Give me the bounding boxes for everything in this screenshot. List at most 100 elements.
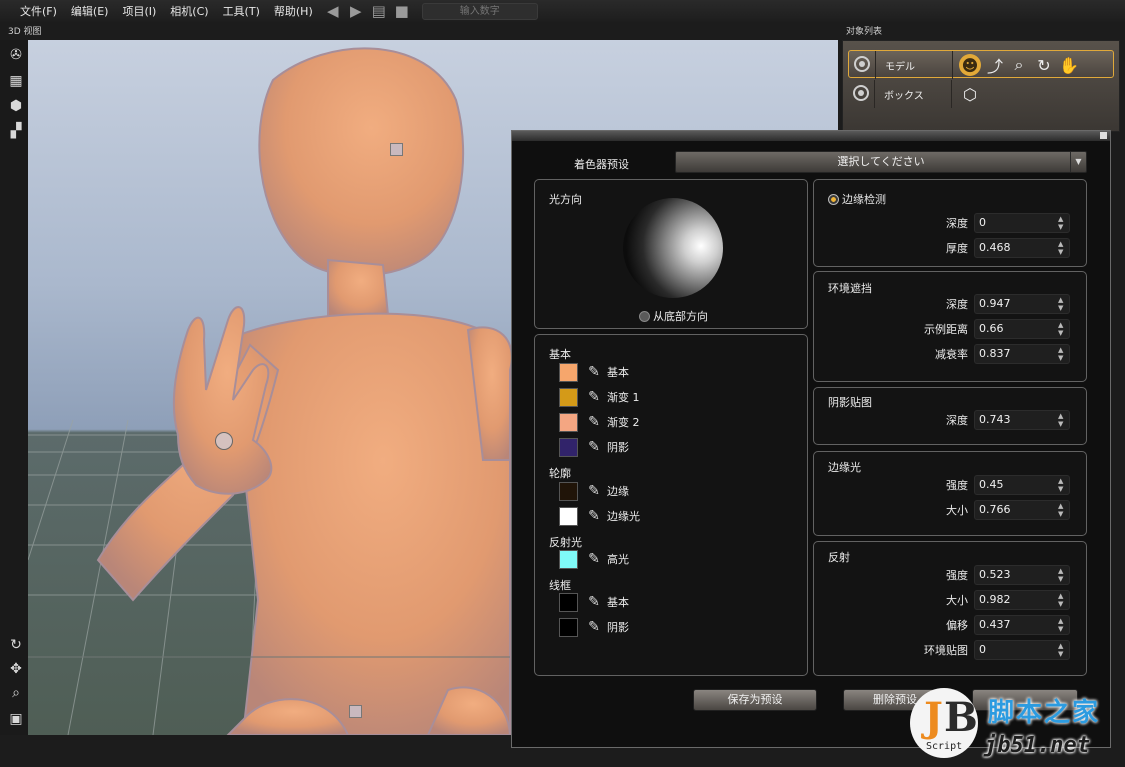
spinner-icon[interactable]: ▲ ▼ <box>1058 617 1066 633</box>
redo-arrow-icon[interactable]: ▶ <box>346 2 366 20</box>
shadow-depth-row: 深度 0.743 ▲ ▼ <box>908 410 1070 430</box>
site-watermark: J B Script 脚本之家 jb51.net <box>910 688 1125 767</box>
field-label: 环境贴图 <box>924 644 968 657</box>
undo-arrow-icon[interactable]: ◀ <box>323 2 343 20</box>
film-strip-icon[interactable]: ▦ <box>7 72 25 90</box>
close-icon[interactable] <box>1100 132 1107 139</box>
spinner-icon[interactable]: ▲ ▼ <box>1058 215 1066 231</box>
eyedropper-icon[interactable]: ✎ <box>584 506 604 526</box>
edge-detect-radio[interactable]: 边缘检测 <box>828 191 886 207</box>
color-swatch[interactable] <box>559 506 578 526</box>
eyedropper-icon[interactable]: ✎ <box>584 481 604 501</box>
menu-tools[interactable]: 工具(T) <box>216 3 267 19</box>
spinner-icon[interactable]: ▲ ▼ <box>1058 296 1066 312</box>
watermark-site-name: 脚本之家 <box>988 698 1101 728</box>
spinner-icon[interactable]: ▲ ▼ <box>1058 321 1066 337</box>
object-row-model[interactable]: モデル ☻ ⤴ ⌕ ↻ ✋ <box>848 50 1114 79</box>
rotate-view-icon[interactable]: ↻ <box>7 636 25 654</box>
refl-offset-input[interactable]: 0.437 ▲ ▼ <box>974 615 1070 635</box>
zoom-view-icon[interactable]: ⌕ <box>7 684 25 702</box>
color-swatch[interactable] <box>559 437 578 457</box>
shader-dialog: 着色器预设 選択してください ▼ 光方向 从底部方向 基本 ✎ 基本 ✎ 渐变 … <box>511 130 1111 748</box>
move-view-icon[interactable]: ✥ <box>7 660 25 678</box>
movie-camera-icon[interactable]: ✇ <box>7 46 25 64</box>
shadow-depth-input[interactable]: 0.743 ▲ ▼ <box>974 410 1070 430</box>
eyedropper-icon[interactable]: ✎ <box>584 437 604 457</box>
chevron-down-icon: ▼ <box>1070 152 1086 172</box>
ao-depth-input[interactable]: 0.947 ▲ ▼ <box>974 294 1070 314</box>
ik-handle-hand[interactable] <box>215 432 233 450</box>
spinner-icon[interactable]: ▲ ▼ <box>1058 412 1066 428</box>
dialog-titlebar[interactable] <box>512 131 1110 141</box>
rim-strength-row: 强度 0.45 ▲ ▼ <box>908 475 1070 495</box>
menu-camera[interactable]: 相机(C) <box>163 3 215 19</box>
eyedropper-icon[interactable]: ✎ <box>584 412 604 432</box>
logo-script-text: Script <box>926 741 963 752</box>
refl-offset-row: 偏移 0.437 ▲ ▼ <box>908 615 1070 635</box>
light-direction-sphere[interactable] <box>623 198 723 298</box>
menu-project[interactable]: 项目(I) <box>115 3 163 19</box>
spinner-icon[interactable]: ▲ ▼ <box>1058 642 1066 658</box>
edge-detect-label: 边缘检测 <box>842 193 886 206</box>
visibility-icon[interactable] <box>853 85 869 101</box>
zoom-icon[interactable]: ⌕ <box>1007 53 1031 77</box>
color-swatch[interactable] <box>559 387 578 407</box>
field-label: 示例距离 <box>924 323 968 336</box>
figure-icon[interactable]: ☻ <box>959 54 981 76</box>
refl-strength-input[interactable]: 0.523 ▲ ▼ <box>974 565 1070 585</box>
box-icon[interactable]: ⬡ <box>958 82 982 106</box>
rim-size-input[interactable]: 0.766 ▲ ▼ <box>974 500 1070 520</box>
spinner-icon[interactable]: ▲ ▼ <box>1058 240 1066 256</box>
spinner-icon[interactable]: ▲ ▼ <box>1058 567 1066 583</box>
preset-dropdown[interactable]: 選択してください ▼ <box>675 151 1087 173</box>
eyedropper-icon[interactable]: ✎ <box>584 617 604 637</box>
field-label: 大小 <box>946 504 968 517</box>
number-input[interactable] <box>421 2 538 20</box>
color-swatch[interactable] <box>559 481 578 501</box>
color-swatch[interactable] <box>559 592 578 612</box>
ik-handle-hip[interactable] <box>349 705 362 718</box>
camera-icon[interactable]: ■ <box>392 2 412 20</box>
logo-letter-j: J <box>924 694 943 741</box>
color-label: 阴影 <box>607 621 629 634</box>
field-label: 强度 <box>946 479 968 492</box>
refl-size-input[interactable]: 0.982 ▲ ▼ <box>974 590 1070 610</box>
color-swatch[interactable] <box>559 362 578 382</box>
row-divider <box>875 51 876 79</box>
hand-icon[interactable]: ✋ <box>1057 53 1081 77</box>
visibility-icon[interactable] <box>854 56 870 72</box>
ao-decay-input[interactable]: 0.837 ▲ ▼ <box>974 344 1070 364</box>
edge-thickness-input[interactable]: 0.468 ▲ ▼ <box>974 238 1070 258</box>
eyedropper-icon[interactable]: ✎ <box>584 549 604 569</box>
color-row: ✎ 阴影 <box>559 616 629 638</box>
menu-help[interactable]: 帮助(H) <box>267 3 320 19</box>
cube-icon[interactable]: ⬢ <box>7 97 25 115</box>
color-swatch[interactable] <box>559 549 578 569</box>
menu-edit[interactable]: 编辑(E) <box>64 3 116 19</box>
ao-sample-input[interactable]: 0.66 ▲ ▼ <box>974 319 1070 339</box>
color-swatch[interactable] <box>559 412 578 432</box>
cubes-icon[interactable]: ▞ <box>7 122 25 140</box>
clapper-icon[interactable]: ▤ <box>369 2 389 20</box>
object-row-box[interactable]: ボックス ⬡ <box>848 80 1114 108</box>
save-preset-button[interactable]: 保存为预设 <box>693 689 817 711</box>
ao-decay-row: 减衰率 0.837 ▲ ▼ <box>908 344 1070 364</box>
pose-icon[interactable]: ⤴ <box>983 53 1007 77</box>
ik-handle-head[interactable] <box>390 143 403 156</box>
from-bottom-radio[interactable]: 从底部方向 <box>639 308 708 324</box>
spinner-icon[interactable]: ▲ ▼ <box>1058 477 1066 493</box>
rotate-icon[interactable]: ↻ <box>1032 53 1056 77</box>
rim-strength-input[interactable]: 0.45 ▲ ▼ <box>974 475 1070 495</box>
rim-light-title: 边缘光 <box>828 461 861 474</box>
spinner-icon[interactable]: ▲ ▼ <box>1058 592 1066 608</box>
spinner-icon[interactable]: ▲ ▼ <box>1058 346 1066 362</box>
eyedropper-icon[interactable]: ✎ <box>584 592 604 612</box>
spinner-icon[interactable]: ▲ ▼ <box>1058 502 1066 518</box>
edge-depth-input[interactable]: 0 ▲ ▼ <box>974 213 1070 233</box>
eyedropper-icon[interactable]: ✎ <box>584 362 604 382</box>
menu-file[interactable]: 文件(F) <box>13 3 64 19</box>
refl-env-input[interactable]: 0 ▲ ▼ <box>974 640 1070 660</box>
color-swatch[interactable] <box>559 617 578 637</box>
eyedropper-icon[interactable]: ✎ <box>584 387 604 407</box>
screenshot-icon[interactable]: ▣ <box>7 710 25 728</box>
